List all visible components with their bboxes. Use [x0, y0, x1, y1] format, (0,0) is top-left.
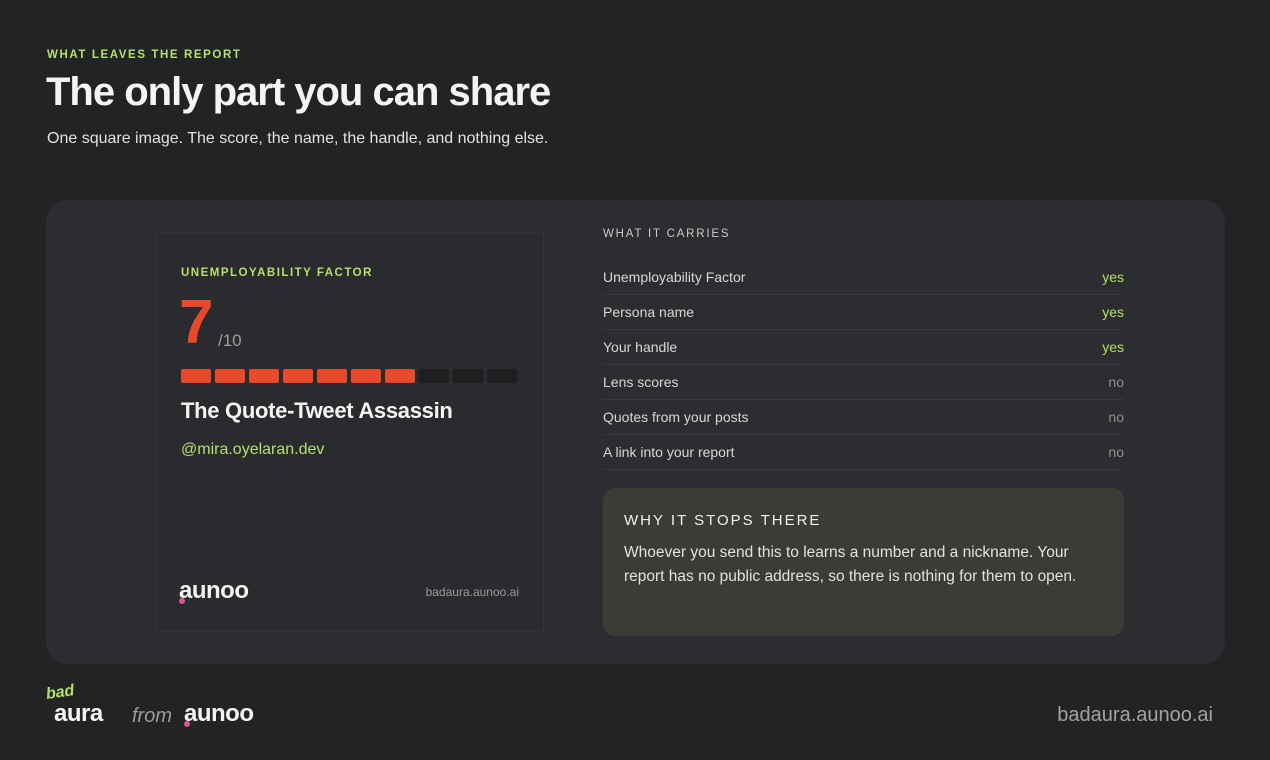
carries-row-label: Quotes from your posts — [603, 409, 749, 425]
card-url: badaura.aunoo.ai — [425, 585, 519, 599]
meter-segment — [317, 369, 347, 383]
carries-row: Quotes from your posts no — [603, 400, 1124, 435]
meter-segment — [385, 369, 415, 383]
logo-aura: aura — [54, 700, 103, 727]
share-panel: UNEMPLOYABILITY FACTOR 7 /10 The Quote-T… — [46, 200, 1225, 664]
score-meter — [181, 369, 517, 383]
carries-row-label: Your handle — [603, 339, 678, 355]
carries-heading: WHAT IT CARRIES — [603, 228, 731, 240]
carries-row: Persona name yes — [603, 295, 1124, 330]
carries-list: Unemployability Factor yes Persona name yes… — [603, 260, 1124, 470]
carries-row-value: yes — [1102, 304, 1124, 320]
carries-row-label: Persona name — [603, 304, 695, 320]
meter-segment — [351, 369, 381, 383]
meter-segment — [419, 369, 449, 383]
aunoo-logo: aunoo — [179, 577, 249, 605]
aunoo-logo-text: aunoo — [179, 577, 249, 604]
carries-row-value: no — [1108, 444, 1124, 460]
why-body: Whoever you send this to learns a number… — [624, 544, 1077, 585]
user-handle: @mira.oyelaran.dev — [181, 441, 325, 458]
section-eyebrow: WHAT LEAVES THE REPORT — [47, 49, 242, 61]
logo-dot-icon — [184, 721, 190, 727]
footer-aunoo-logo: aunoo — [184, 700, 254, 728]
logo-from: from — [132, 705, 172, 727]
carries-row-label: A link into your report — [603, 444, 735, 460]
share-card-preview: UNEMPLOYABILITY FACTOR 7 /10 The Quote-T… — [156, 233, 544, 631]
page-title: The only part you can share — [46, 70, 551, 114]
meter-segment — [453, 369, 483, 383]
footer-aunoo-text: aunoo — [184, 700, 254, 727]
meter-segment — [215, 369, 245, 383]
carries-row-value: yes — [1102, 269, 1124, 285]
meter-segment — [249, 369, 279, 383]
why-heading: WHY IT STOPS THERE — [624, 512, 822, 529]
carries-row-value: no — [1108, 374, 1124, 390]
score-max: /10 — [218, 331, 242, 350]
meter-segment — [283, 369, 313, 383]
persona-name: The Quote-Tweet Assassin — [181, 398, 453, 423]
meter-segment — [181, 369, 211, 383]
carries-row: Unemployability Factor yes — [603, 260, 1124, 295]
carries-row-label: Unemployability Factor — [603, 269, 746, 285]
footer-url: badaura.aunoo.ai — [1057, 704, 1213, 726]
carries-row: Your handle yes — [603, 330, 1124, 365]
carries-row: Lens scores no — [603, 365, 1124, 400]
badaura-logo: bad aura from aunoo — [45, 682, 306, 734]
carries-row-value: no — [1108, 409, 1124, 425]
why-box: WHY IT STOPS THERE Whoever you send this… — [603, 488, 1124, 636]
score-label: UNEMPLOYABILITY FACTOR — [181, 267, 373, 279]
carries-row: A link into your report no — [603, 435, 1124, 470]
carries-row-label: Lens scores — [603, 374, 679, 390]
page-subtitle: One square image. The score, the name, t… — [47, 130, 549, 147]
logo-dot-icon — [179, 598, 185, 604]
score-value: 7 — [179, 288, 214, 357]
carries-row-value: yes — [1102, 339, 1124, 355]
meter-segment — [487, 369, 517, 383]
